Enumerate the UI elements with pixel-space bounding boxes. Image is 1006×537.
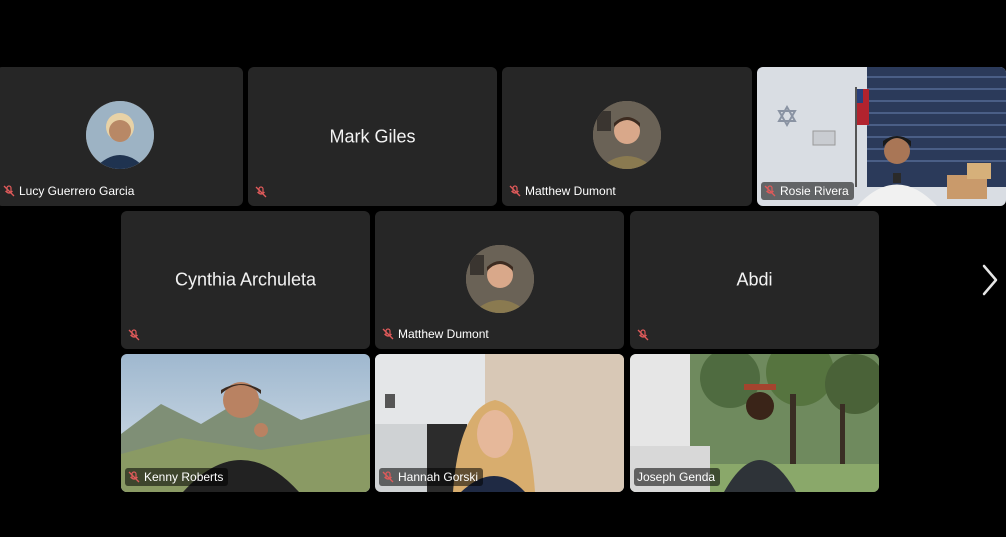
muted-mic-icon xyxy=(3,185,15,197)
participant-name-label xyxy=(125,327,145,343)
participant-avatar xyxy=(465,245,534,313)
muted-mic-icon xyxy=(509,185,521,197)
participant-tile-mark-giles[interactable]: Mark Giles xyxy=(248,67,497,206)
muted-mic-icon xyxy=(382,328,394,340)
participant-name-label: Joseph Genda xyxy=(634,468,721,486)
participant-name-label xyxy=(634,327,654,343)
participant-name-label: Rosie Rivera xyxy=(761,182,854,200)
participant-name: Kenny Roberts xyxy=(144,470,224,484)
participant-avatar xyxy=(593,101,661,169)
participant-tile-lucy-guerrero-garcia[interactable]: Lucy Guerrero Garcia xyxy=(0,67,243,206)
participant-name: Rosie Rivera xyxy=(780,184,849,198)
next-page-button[interactable] xyxy=(978,262,1002,298)
participant-name-center: Abdi xyxy=(736,269,773,290)
participant-name-label: Matthew Dumont xyxy=(379,325,494,343)
participant-tile-joseph-genda[interactable]: Joseph Genda xyxy=(630,354,879,492)
participant-name: Matthew Dumont xyxy=(398,327,489,341)
participant-name-label: Matthew Dumont xyxy=(506,182,621,200)
muted-mic-icon xyxy=(637,329,649,341)
participant-name: Joseph Genda xyxy=(637,470,716,484)
muted-mic-icon xyxy=(764,185,776,197)
participant-name-center: Cynthia Archuleta xyxy=(174,269,317,290)
participant-tile-rosie-rivera[interactable]: Rosie Rivera xyxy=(757,67,1006,206)
participant-tile-kenny-roberts[interactable]: Kenny Roberts xyxy=(121,354,370,492)
muted-mic-icon xyxy=(255,186,267,198)
participant-name-label: Hannah Gorski xyxy=(379,468,484,486)
chevron-right-icon xyxy=(982,264,998,296)
participant-name-label: Kenny Roberts xyxy=(125,468,229,486)
participant-name-label xyxy=(252,184,272,200)
participant-name-center: Mark Giles xyxy=(329,126,416,146)
participant-tile-hannah-gorski[interactable]: Hannah Gorski xyxy=(375,354,624,492)
muted-mic-icon xyxy=(382,471,394,483)
participant-name: Hannah Gorski xyxy=(398,470,479,484)
participant-tile-cynthia-archuleta[interactable]: Cynthia Archuleta xyxy=(121,211,370,349)
participant-name: Lucy Guerrero Garcia xyxy=(19,184,135,198)
participant-name: Matthew Dumont xyxy=(525,184,616,198)
participant-tile-matthew-dumont-2[interactable]: Matthew Dumont xyxy=(375,211,624,349)
muted-mic-icon xyxy=(128,329,140,341)
participant-tile-matthew-dumont[interactable]: Matthew Dumont xyxy=(502,67,752,206)
muted-mic-icon xyxy=(128,471,140,483)
participant-avatar xyxy=(85,101,154,169)
participant-name-label: Lucy Guerrero Garcia xyxy=(0,182,139,200)
participant-tile-abdi[interactable]: Abdi xyxy=(630,211,879,349)
